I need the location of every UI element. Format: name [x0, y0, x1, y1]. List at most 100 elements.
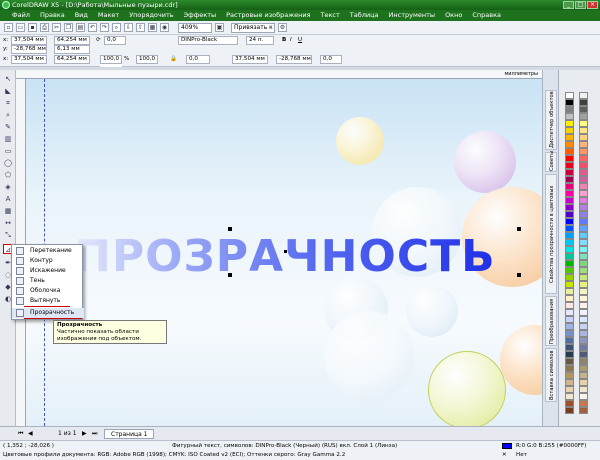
docker-tab-color-profiles[interactable]: Свойства прозрачности в цветовых профиля…	[545, 174, 567, 294]
search-icon[interactable]: ⌕	[112, 23, 121, 32]
menu-tools[interactable]: Инструменты	[389, 10, 436, 21]
menu-effects[interactable]: Эффекты	[184, 10, 217, 21]
color-swatch[interactable]	[565, 134, 574, 141]
font-select[interactable]: DINPro-Black	[178, 36, 238, 45]
redo-icon[interactable]: ↷	[100, 23, 109, 32]
color-swatch[interactable]	[565, 344, 574, 351]
ellipse-tool-icon[interactable]: ◯	[3, 158, 13, 168]
menu-bitmaps[interactable]: Растровые изображения	[226, 10, 310, 21]
cut-icon[interactable]: ✂	[52, 23, 61, 32]
color-swatch[interactable]	[579, 92, 588, 99]
color-swatch[interactable]	[565, 337, 574, 344]
scale-x-field[interactable]: 100,0	[100, 55, 122, 64]
color-swatch[interactable]	[565, 267, 574, 274]
color-swatch[interactable]	[579, 302, 588, 309]
color-swatch[interactable]	[565, 239, 574, 246]
docker-tab-transformations[interactable]: Преобразования	[545, 296, 557, 346]
pick-tool-icon[interactable]: ↖	[3, 74, 13, 84]
color-swatch[interactable]	[565, 113, 574, 120]
menu-text[interactable]: Текст	[321, 10, 340, 21]
first-page-icon[interactable]: ⏮	[18, 427, 23, 441]
color-swatch[interactable]	[565, 281, 574, 288]
next-page-icon[interactable]: ▶	[82, 427, 87, 441]
color-swatch[interactable]	[579, 295, 588, 302]
polygon-tool-icon[interactable]: ⬠	[3, 170, 13, 180]
color-swatch[interactable]	[565, 365, 574, 372]
color-swatch[interactable]	[579, 365, 588, 372]
color-swatch[interactable]	[565, 183, 574, 190]
color-swatch[interactable]	[565, 155, 574, 162]
dimension-tool-icon[interactable]: ↔	[3, 218, 13, 228]
color-swatch[interactable]	[565, 218, 574, 225]
flyout-item-transparency[interactable]: Прозрачность	[12, 308, 84, 318]
close-button[interactable]: ×	[587, 1, 598, 9]
color-swatch[interactable]	[565, 400, 574, 407]
color-swatch[interactable]	[565, 232, 574, 239]
color-swatch[interactable]	[565, 323, 574, 330]
color-swatch[interactable]	[579, 106, 588, 113]
lock-ratio-icon[interactable]: 🔒	[170, 55, 177, 63]
scale-y-field[interactable]: 100,0	[136, 55, 158, 64]
save-icon[interactable]: ▪	[28, 23, 37, 32]
width-field[interactable]: 64,254 мм	[54, 36, 90, 45]
color-swatch[interactable]	[565, 260, 574, 267]
rotation-field[interactable]: 0,0	[186, 55, 210, 64]
snap-to-select[interactable]: Привязать к	[231, 22, 275, 33]
color-swatch[interactable]	[565, 330, 574, 337]
flyout-item-blend[interactable]: Перетекание	[12, 246, 84, 256]
flyout-item-envelope[interactable]: Оболочка	[12, 286, 84, 296]
color-swatch[interactable]	[579, 176, 588, 183]
x-position-field[interactable]: 37,504 мм	[11, 36, 47, 45]
color-swatch[interactable]	[565, 372, 574, 379]
color-swatch[interactable]	[565, 358, 574, 365]
color-swatch[interactable]	[565, 176, 574, 183]
color-swatch[interactable]	[579, 127, 588, 134]
flyout-item-contour[interactable]: Контур	[12, 256, 84, 266]
color-swatch[interactable]	[579, 253, 588, 260]
font-size-select[interactable]: 24 п.	[246, 36, 274, 45]
menu-file[interactable]: Файл	[12, 10, 30, 21]
color-swatch[interactable]	[565, 351, 574, 358]
app-launcher-icon[interactable]: ▦	[148, 23, 157, 32]
color-swatch[interactable]	[579, 337, 588, 344]
color-swatch[interactable]	[579, 190, 588, 197]
connector-tool-icon[interactable]: ⤡	[3, 230, 13, 240]
color-swatch[interactable]	[565, 274, 574, 281]
color-swatch[interactable]	[565, 379, 574, 386]
menu-layout[interactable]: Макет	[98, 10, 119, 21]
color-swatch[interactable]	[579, 99, 588, 106]
color-swatch[interactable]	[579, 351, 588, 358]
color-swatch[interactable]	[565, 127, 574, 134]
copy-icon[interactable]: ❐	[64, 23, 73, 32]
flyout-item-distort[interactable]: Искажение	[12, 266, 84, 276]
export-icon[interactable]: ⇧	[136, 23, 145, 32]
paste-icon[interactable]: ▤	[76, 23, 85, 32]
page-tab[interactable]: Страница 1	[104, 429, 155, 439]
color-swatch[interactable]	[565, 169, 574, 176]
color-swatch[interactable]	[565, 288, 574, 295]
color-swatch[interactable]	[579, 288, 588, 295]
height-field[interactable]: 6,13 мм	[54, 45, 90, 54]
color-swatch[interactable]	[579, 225, 588, 232]
color-swatch[interactable]	[579, 330, 588, 337]
table-tool-icon[interactable]: ▦	[3, 206, 13, 216]
text-tool-icon[interactable]: A	[3, 194, 13, 204]
color-swatch[interactable]	[565, 295, 574, 302]
color-swatch[interactable]	[579, 141, 588, 148]
color-swatch[interactable]	[579, 239, 588, 246]
crop-tool-icon[interactable]: ⌗	[3, 98, 13, 108]
underline-button[interactable]: U	[298, 36, 302, 44]
selection-handle[interactable]	[517, 227, 521, 231]
color-swatch[interactable]	[565, 407, 574, 414]
color-swatch[interactable]	[579, 267, 588, 274]
color-swatch[interactable]	[565, 204, 574, 211]
color-swatch[interactable]	[565, 92, 574, 99]
color-swatch[interactable]	[579, 281, 588, 288]
import-icon[interactable]: ⇩	[124, 23, 133, 32]
rectangle-tool-icon[interactable]: ▭	[3, 146, 13, 156]
color-swatch[interactable]	[579, 274, 588, 281]
open-icon[interactable]: ▭	[16, 23, 25, 32]
flyout-item-extrude[interactable]: Вытянуть	[12, 296, 84, 306]
color-swatch[interactable]	[565, 211, 574, 218]
selection-handle[interactable]	[228, 273, 232, 277]
